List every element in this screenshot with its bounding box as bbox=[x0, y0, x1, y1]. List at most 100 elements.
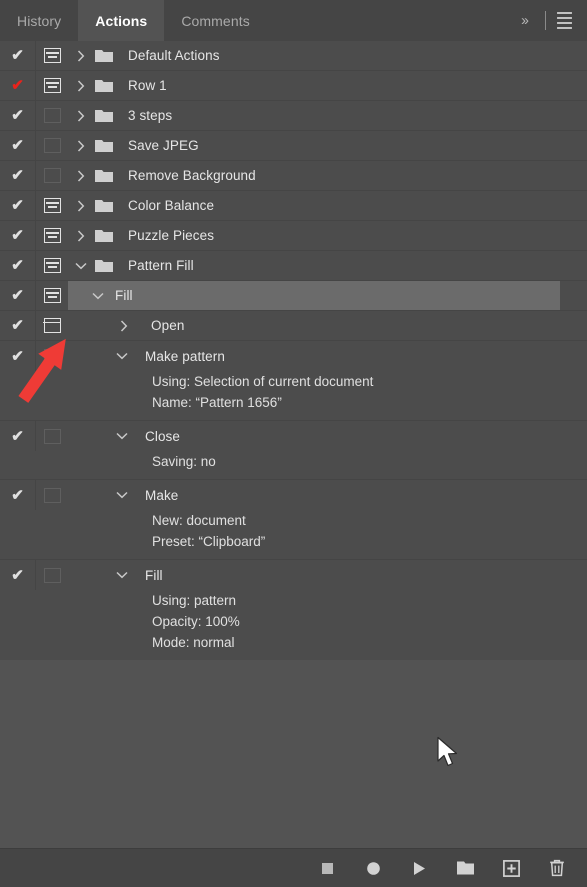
dialog-toggle-icon bbox=[43, 48, 61, 63]
chevron-right-icon[interactable] bbox=[68, 49, 94, 62]
action-set-toggle[interactable]: ✔ bbox=[0, 71, 36, 100]
action-set-row[interactable]: ✔ 3 steps bbox=[0, 101, 587, 131]
action-set-dialog-toggle[interactable] bbox=[36, 131, 68, 160]
step-group: ✔ Close Saving: no bbox=[0, 421, 587, 479]
step-dialog-toggle[interactable] bbox=[36, 480, 68, 510]
delete-button[interactable] bbox=[546, 857, 568, 879]
chevron-right-icon[interactable] bbox=[68, 199, 94, 212]
action-set-toggle[interactable]: ✔ bbox=[0, 251, 36, 280]
step-dialog-toggle[interactable] bbox=[36, 421, 68, 451]
stop-button[interactable] bbox=[316, 857, 338, 879]
folder-icon bbox=[94, 138, 124, 154]
chevron-down-icon[interactable] bbox=[109, 352, 135, 360]
checkmark-icon: ✔ bbox=[11, 107, 24, 124]
step-detail: Saving: no bbox=[0, 451, 587, 472]
step-detail: Using: Selection of current document bbox=[0, 371, 587, 392]
open-step-dialog-toggle[interactable] bbox=[36, 311, 68, 340]
action-set-row[interactable]: ✔ Puzzle Pieces bbox=[0, 221, 587, 251]
step-group: ✔ Make pattern Using: Selection of curre… bbox=[0, 341, 587, 420]
step-row[interactable]: ✔ Close bbox=[0, 421, 587, 451]
chevron-down-icon[interactable] bbox=[109, 432, 135, 440]
action-set-row[interactable]: ✔ Default Actions bbox=[0, 41, 587, 71]
chevron-right-icon[interactable] bbox=[68, 169, 94, 182]
double-chevron-right-icon[interactable]: ›› bbox=[512, 12, 536, 29]
step-toggle[interactable]: ✔ bbox=[0, 560, 36, 590]
action-set-toggle[interactable]: ✔ bbox=[0, 191, 36, 220]
tab-bar-tools: ›› bbox=[512, 0, 587, 41]
step-body: Open bbox=[68, 311, 587, 340]
dialog-toggle-icon bbox=[43, 168, 61, 183]
chevron-down-icon[interactable] bbox=[109, 571, 135, 579]
action-set-toggle[interactable]: ✔ bbox=[0, 41, 36, 70]
chevron-right-icon[interactable] bbox=[68, 229, 94, 242]
new-set-button[interactable] bbox=[454, 857, 476, 879]
action-set-row[interactable]: ✔ Color Balance bbox=[0, 191, 587, 221]
action-set-toggle[interactable]: ✔ bbox=[0, 131, 36, 160]
tab-history[interactable]: History bbox=[0, 0, 78, 41]
step-body: Fill bbox=[68, 560, 587, 590]
new-action-button[interactable] bbox=[500, 857, 522, 879]
chevron-right-icon[interactable] bbox=[68, 139, 94, 152]
action-set-dialog-toggle[interactable] bbox=[36, 161, 68, 190]
chevron-down-icon[interactable] bbox=[85, 292, 111, 300]
action-set-row[interactable]: ✔ Save JPEG bbox=[0, 131, 587, 161]
action-set-label: Pattern Fill bbox=[128, 258, 194, 273]
step-dialog-toggle[interactable] bbox=[36, 560, 68, 590]
step-row[interactable]: ✔ Fill bbox=[0, 560, 587, 590]
action-set-dialog-toggle[interactable] bbox=[36, 41, 68, 70]
step-toggle[interactable]: ✔ bbox=[0, 421, 36, 451]
action-set-toggle[interactable]: ✔ bbox=[0, 101, 36, 130]
action-set-body: Remove Background bbox=[68, 161, 587, 190]
step-body: Make bbox=[68, 480, 587, 510]
action-set-label: Color Balance bbox=[128, 198, 215, 213]
action-set-toggle[interactable]: ✔ bbox=[0, 161, 36, 190]
action-dialog-toggle[interactable] bbox=[36, 281, 68, 310]
new-action-plus-icon bbox=[502, 859, 520, 877]
actions-rows: ✔ Default Actions ✔ Row 1 ✔ 3 steps ✔ Sa… bbox=[0, 41, 587, 660]
chevron-down-icon[interactable] bbox=[109, 491, 135, 499]
tab-actions[interactable]: Actions bbox=[78, 0, 165, 41]
action-set-dialog-toggle[interactable] bbox=[36, 101, 68, 130]
action-set-row[interactable]: ✔ Row 1 bbox=[0, 71, 587, 101]
action-set-dialog-toggle[interactable] bbox=[36, 191, 68, 220]
folder-icon bbox=[94, 108, 124, 124]
record-button[interactable] bbox=[362, 857, 384, 879]
step-body: Close bbox=[68, 421, 587, 451]
play-button[interactable] bbox=[408, 857, 430, 879]
checkmark-icon: ✔ bbox=[11, 197, 24, 214]
tab-actions-label: Actions bbox=[95, 12, 148, 29]
action-set-label: 3 steps bbox=[128, 108, 173, 123]
action-set-row[interactable]: ✔ Pattern Fill bbox=[0, 251, 587, 281]
action-row-selected[interactable]: ✔ Fill bbox=[0, 281, 587, 311]
panel-tab-bar: History Actions Comments ›› bbox=[0, 0, 587, 41]
action-set-dialog-toggle[interactable] bbox=[36, 221, 68, 250]
action-set-body: Default Actions bbox=[68, 41, 587, 70]
step-toggle[interactable]: ✔ bbox=[0, 311, 36, 340]
chevron-right-icon[interactable] bbox=[111, 319, 137, 332]
dialog-toggle-icon bbox=[43, 78, 61, 93]
action-toggle[interactable]: ✔ bbox=[0, 281, 36, 310]
chevron-down-icon[interactable] bbox=[68, 262, 94, 270]
actions-list[interactable]: ✔ Default Actions ✔ Row 1 ✔ 3 steps ✔ Sa… bbox=[0, 41, 587, 848]
step-dialog-toggle[interactable] bbox=[36, 341, 68, 371]
step-row[interactable]: ✔ Open bbox=[0, 311, 587, 341]
tab-comments[interactable]: Comments bbox=[164, 0, 266, 41]
action-set-label: Default Actions bbox=[128, 48, 220, 63]
action-set-body: Pattern Fill bbox=[68, 251, 587, 280]
step-toggle[interactable]: ✔ bbox=[0, 480, 36, 510]
hamburger-menu-icon[interactable] bbox=[555, 12, 574, 29]
chevron-right-icon[interactable] bbox=[68, 109, 94, 122]
step-row[interactable]: ✔ Make bbox=[0, 480, 587, 510]
action-set-dialog-toggle[interactable] bbox=[36, 251, 68, 280]
action-set-dialog-toggle[interactable] bbox=[36, 71, 68, 100]
step-group: ✔ Fill Using: pattern Opacity: 100% Mode… bbox=[0, 560, 587, 660]
action-set-row[interactable]: ✔ Remove Background bbox=[0, 161, 587, 191]
record-circle-icon bbox=[366, 861, 380, 875]
chevron-right-icon[interactable] bbox=[68, 79, 94, 92]
step-detail: Opacity: 100% bbox=[0, 611, 587, 632]
checkmark-icon: ✔ bbox=[11, 257, 24, 274]
step-toggle[interactable]: ✔ bbox=[0, 341, 36, 371]
step-row[interactable]: ✔ Make pattern bbox=[0, 341, 587, 371]
checkmark-icon: ✔ bbox=[11, 287, 24, 304]
action-set-toggle[interactable]: ✔ bbox=[0, 221, 36, 250]
